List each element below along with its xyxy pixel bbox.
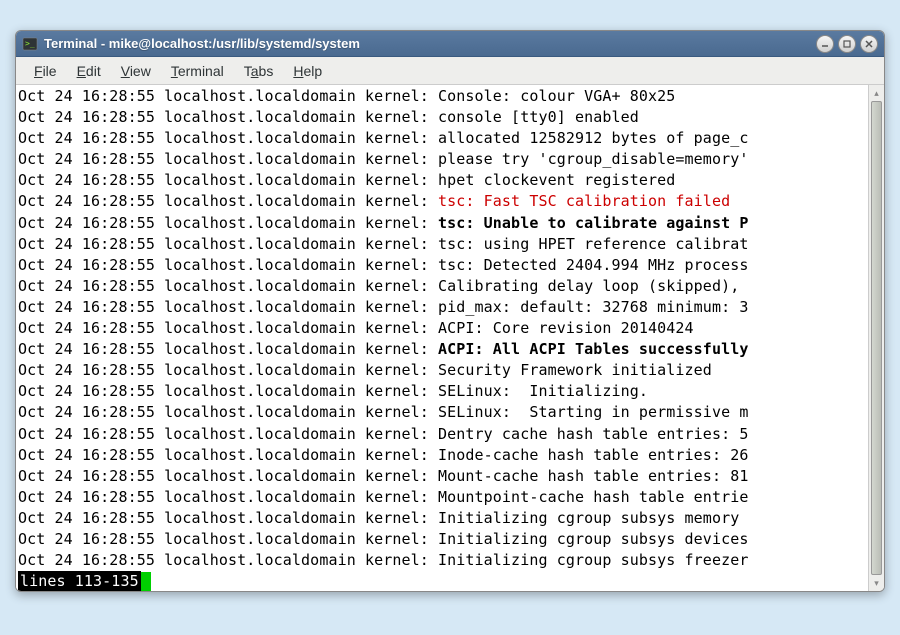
log-prefix: Oct 24 16:28:55 localhost.localdomain ke… <box>18 171 438 189</box>
log-prefix: Oct 24 16:28:55 localhost.localdomain ke… <box>18 488 438 506</box>
terminal-content[interactable]: Oct 24 16:28:55 localhost.localdomain ke… <box>16 85 868 591</box>
log-line: Oct 24 16:28:55 localhost.localdomain ke… <box>18 424 868 445</box>
log-message: ACPI: Core revision 20140424 <box>438 319 694 337</box>
log-prefix: Oct 24 16:28:55 localhost.localdomain ke… <box>18 192 438 210</box>
menubar: FileEditViewTerminalTabsHelp <box>16 57 884 85</box>
log-line: Oct 24 16:28:55 localhost.localdomain ke… <box>18 128 868 149</box>
log-line: Oct 24 16:28:55 localhost.localdomain ke… <box>18 213 868 234</box>
log-prefix: Oct 24 16:28:55 localhost.localdomain ke… <box>18 382 438 400</box>
log-line: Oct 24 16:28:55 localhost.localdomain ke… <box>18 402 868 423</box>
log-message: Inode-cache hash table entries: 26 <box>438 446 748 464</box>
close-button[interactable] <box>860 35 878 53</box>
log-prefix: Oct 24 16:28:55 localhost.localdomain ke… <box>18 509 438 527</box>
log-message: tsc: using HPET reference calibrat <box>438 235 748 253</box>
log-prefix: Oct 24 16:28:55 localhost.localdomain ke… <box>18 319 438 337</box>
log-message: Mountpoint-cache hash table entrie <box>438 488 748 506</box>
log-line: Oct 24 16:28:55 localhost.localdomain ke… <box>18 360 868 381</box>
scrollbar[interactable]: ▴ ▾ <box>868 85 884 591</box>
log-message: console [tty0] enabled <box>438 108 639 126</box>
log-prefix: Oct 24 16:28:55 localhost.localdomain ke… <box>18 256 438 274</box>
log-line: Oct 24 16:28:55 localhost.localdomain ke… <box>18 466 868 487</box>
menu-edit[interactable]: Edit <box>67 60 111 82</box>
terminal-window: >_ Terminal - mike@localhost:/usr/lib/sy… <box>15 30 885 592</box>
log-line: Oct 24 16:28:55 localhost.localdomain ke… <box>18 149 868 170</box>
pager-status-line: lines 113-135 <box>18 571 868 591</box>
log-message: tsc: Detected 2404.994 MHz process <box>438 256 748 274</box>
scrollbar-up-button[interactable]: ▴ <box>869 85 884 101</box>
log-message: Mount-cache hash table entries: 81 <box>438 467 748 485</box>
log-message: allocated 12582912 bytes of page_c <box>438 129 748 147</box>
menu-tabs[interactable]: Tabs <box>234 60 284 82</box>
log-prefix: Oct 24 16:28:55 localhost.localdomain ke… <box>18 530 438 548</box>
minimize-button[interactable] <box>816 35 834 53</box>
log-prefix: Oct 24 16:28:55 localhost.localdomain ke… <box>18 340 438 358</box>
menu-file[interactable]: File <box>24 60 67 82</box>
log-message: Initializing cgroup subsys memory <box>438 509 739 527</box>
log-prefix: Oct 24 16:28:55 localhost.localdomain ke… <box>18 446 438 464</box>
log-message: Security Framework initialized <box>438 361 712 379</box>
menu-view[interactable]: View <box>111 60 161 82</box>
maximize-button[interactable] <box>838 35 856 53</box>
log-message: Initializing cgroup subsys devices <box>438 530 748 548</box>
log-message: ACPI: All ACPI Tables successfully <box>438 340 748 358</box>
scrollbar-down-button[interactable]: ▾ <box>869 575 884 591</box>
log-line: Oct 24 16:28:55 localhost.localdomain ke… <box>18 255 868 276</box>
log-prefix: Oct 24 16:28:55 localhost.localdomain ke… <box>18 361 438 379</box>
log-message: Dentry cache hash table entries: 5 <box>438 425 748 443</box>
log-prefix: Oct 24 16:28:55 localhost.localdomain ke… <box>18 467 438 485</box>
log-prefix: Oct 24 16:28:55 localhost.localdomain ke… <box>18 403 438 421</box>
scrollbar-track[interactable] <box>869 101 884 575</box>
log-message: tsc: Unable to calibrate against P <box>438 214 748 232</box>
window-title: Terminal - mike@localhost:/usr/lib/syste… <box>44 36 816 51</box>
log-prefix: Oct 24 16:28:55 localhost.localdomain ke… <box>18 277 438 295</box>
log-message: tsc: Fast TSC calibration failed <box>438 192 730 210</box>
log-line: Oct 24 16:28:55 localhost.localdomain ke… <box>18 487 868 508</box>
log-line: Oct 24 16:28:55 localhost.localdomain ke… <box>18 276 868 297</box>
log-line: Oct 24 16:28:55 localhost.localdomain ke… <box>18 86 868 107</box>
log-message: SELinux: Initializing. <box>438 382 648 400</box>
log-prefix: Oct 24 16:28:55 localhost.localdomain ke… <box>18 551 438 569</box>
log-line: Oct 24 16:28:55 localhost.localdomain ke… <box>18 297 868 318</box>
cursor <box>141 572 151 591</box>
log-line: Oct 24 16:28:55 localhost.localdomain ke… <box>18 381 868 402</box>
titlebar[interactable]: >_ Terminal - mike@localhost:/usr/lib/sy… <box>16 31 884 57</box>
log-line: Oct 24 16:28:55 localhost.localdomain ke… <box>18 445 868 466</box>
log-message: SELinux: Starting in permissive m <box>438 403 748 421</box>
log-prefix: Oct 24 16:28:55 localhost.localdomain ke… <box>18 235 438 253</box>
log-line: Oct 24 16:28:55 localhost.localdomain ke… <box>18 170 868 191</box>
log-prefix: Oct 24 16:28:55 localhost.localdomain ke… <box>18 108 438 126</box>
menu-terminal[interactable]: Terminal <box>161 60 234 82</box>
log-prefix: Oct 24 16:28:55 localhost.localdomain ke… <box>18 129 438 147</box>
log-line: Oct 24 16:28:55 localhost.localdomain ke… <box>18 234 868 255</box>
log-message: hpet clockevent registered <box>438 171 675 189</box>
log-line: Oct 24 16:28:55 localhost.localdomain ke… <box>18 550 868 571</box>
menu-help[interactable]: Help <box>283 60 332 82</box>
log-line: Oct 24 16:28:55 localhost.localdomain ke… <box>18 529 868 550</box>
pager-status-text: lines 113-135 <box>18 571 141 591</box>
log-line: Oct 24 16:28:55 localhost.localdomain ke… <box>18 107 868 128</box>
svg-text:>_: >_ <box>25 39 35 48</box>
terminal-icon: >_ <box>22 36 38 52</box>
log-message: Calibrating delay loop (skipped), <box>438 277 748 295</box>
log-line: Oct 24 16:28:55 localhost.localdomain ke… <box>18 191 868 212</box>
terminal-area: Oct 24 16:28:55 localhost.localdomain ke… <box>16 85 884 591</box>
log-line: Oct 24 16:28:55 localhost.localdomain ke… <box>18 318 868 339</box>
log-prefix: Oct 24 16:28:55 localhost.localdomain ke… <box>18 214 438 232</box>
log-prefix: Oct 24 16:28:55 localhost.localdomain ke… <box>18 150 438 168</box>
scrollbar-thumb[interactable] <box>871 101 882 575</box>
log-prefix: Oct 24 16:28:55 localhost.localdomain ke… <box>18 298 438 316</box>
log-prefix: Oct 24 16:28:55 localhost.localdomain ke… <box>18 425 438 443</box>
window-controls <box>816 35 878 53</box>
log-line: Oct 24 16:28:55 localhost.localdomain ke… <box>18 508 868 529</box>
log-message: pid_max: default: 32768 minimum: 3 <box>438 298 748 316</box>
log-message: Initializing cgroup subsys freezer <box>438 551 748 569</box>
log-message: Console: colour VGA+ 80x25 <box>438 87 675 105</box>
log-message: please try 'cgroup_disable=memory' <box>438 150 748 168</box>
log-line: Oct 24 16:28:55 localhost.localdomain ke… <box>18 339 868 360</box>
log-prefix: Oct 24 16:28:55 localhost.localdomain ke… <box>18 87 438 105</box>
